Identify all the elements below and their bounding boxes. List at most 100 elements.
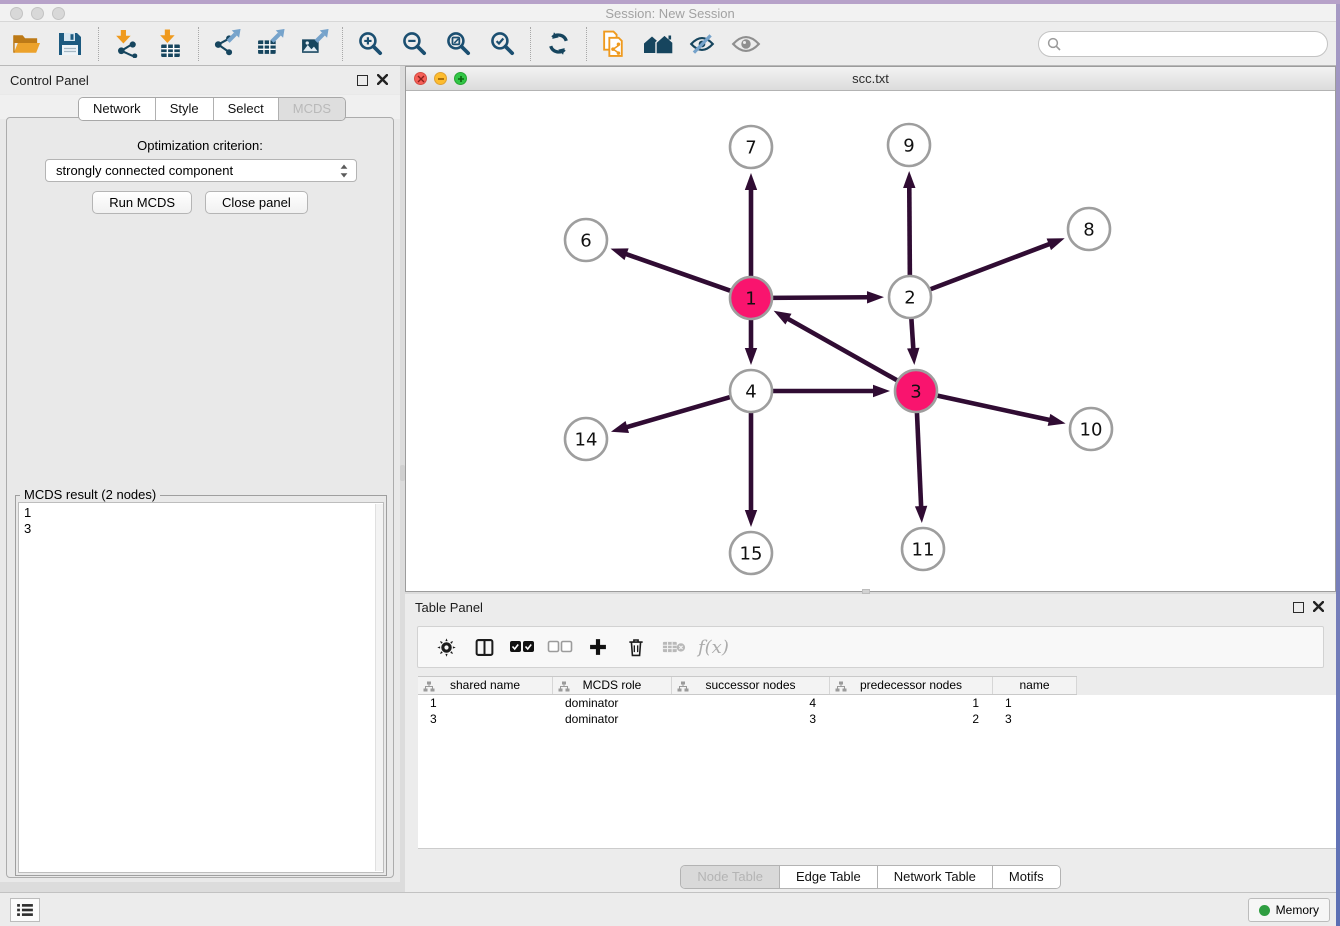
network-canvas[interactable]: 7 9 6 8 1 2 4 3 14 10 15 11 bbox=[406, 91, 1335, 591]
graph-node-8[interactable]: 8 bbox=[1068, 208, 1110, 250]
graph-node-4[interactable]: 4 bbox=[730, 370, 772, 412]
hide-graphics-details-button[interactable] bbox=[684, 26, 720, 62]
graph-node-9[interactable]: 9 bbox=[888, 124, 930, 166]
graph-edge-1-7[interactable] bbox=[745, 173, 757, 279]
float-table-panel-icon[interactable] bbox=[1293, 602, 1304, 613]
list-icon bbox=[16, 903, 34, 917]
graph-node-6[interactable]: 6 bbox=[565, 219, 607, 261]
export-network-icon bbox=[212, 29, 241, 58]
close-x-icon bbox=[1313, 601, 1324, 612]
column-header-mcds-role[interactable]: MCDS role bbox=[553, 677, 672, 694]
export-image-icon bbox=[300, 29, 329, 58]
memory-button[interactable]: Memory bbox=[1248, 898, 1330, 922]
table-cell-shared-name: 3 bbox=[418, 711, 553, 727]
zoom-out-icon bbox=[401, 30, 428, 57]
close-panel-icon[interactable] bbox=[377, 74, 390, 87]
control-panel-title: Control Panel bbox=[10, 73, 89, 88]
toggle-column-panel-button[interactable] bbox=[466, 630, 502, 664]
graph-node-1[interactable]: 1 bbox=[730, 277, 772, 319]
show-graphics-details-button[interactable] bbox=[728, 26, 764, 62]
graph-node-label: 1 bbox=[745, 288, 756, 309]
column-header-name[interactable]: name bbox=[993, 677, 1077, 694]
control-panel: Control Panel NetworkStyleSelectMCDS Opt… bbox=[0, 66, 400, 882]
float-panel-icon[interactable] bbox=[357, 75, 368, 86]
mcds-result-list[interactable]: 1 3 bbox=[18, 502, 384, 873]
delete-columns-button[interactable] bbox=[618, 630, 654, 664]
export-image-button[interactable] bbox=[296, 26, 332, 62]
optimization-criterion-select[interactable]: strongly connected component bbox=[45, 159, 357, 182]
control-panel-header: Control Panel bbox=[0, 66, 400, 94]
select-all-button[interactable] bbox=[504, 630, 540, 664]
graph-node-11[interactable]: 11 bbox=[902, 528, 944, 570]
close-table-panel-icon[interactable] bbox=[1313, 601, 1326, 614]
graph-edge-1-2[interactable] bbox=[770, 291, 884, 303]
graph-edge-4-14[interactable] bbox=[611, 396, 733, 433]
open-session-button[interactable] bbox=[8, 26, 44, 62]
graph-edge-2-3[interactable] bbox=[907, 316, 919, 365]
run-mcds-button[interactable]: Run MCDS bbox=[92, 191, 192, 214]
graph-edge-1-4[interactable] bbox=[745, 317, 757, 365]
graph-edge-3-11[interactable] bbox=[915, 410, 927, 523]
column-header-successor-nodes[interactable]: successor nodes bbox=[672, 677, 830, 694]
tab-style[interactable]: Style bbox=[156, 98, 214, 120]
export-table-button[interactable] bbox=[252, 26, 288, 62]
task-history-button[interactable] bbox=[10, 898, 40, 922]
graph-node-15[interactable]: 15 bbox=[730, 532, 772, 574]
refresh-icon bbox=[545, 30, 572, 57]
table-tabs: Node TableEdge TableNetwork TableMotifs bbox=[405, 865, 1336, 889]
create-column-button[interactable] bbox=[580, 630, 616, 664]
tab-node-table[interactable]: Node Table bbox=[681, 866, 780, 888]
export-network-button[interactable] bbox=[208, 26, 244, 62]
first-neighbors-button[interactable] bbox=[640, 26, 676, 62]
mcds-result-legend: MCDS result (2 nodes) bbox=[20, 487, 160, 502]
graph-node-10[interactable]: 10 bbox=[1070, 408, 1112, 450]
graph-edge-2-8[interactable] bbox=[928, 238, 1065, 290]
vertical-splitter-handle[interactable] bbox=[400, 465, 405, 481]
zoom-fit-button[interactable] bbox=[440, 26, 476, 62]
tab-network-table[interactable]: Network Table bbox=[878, 866, 993, 888]
deselect-all-button[interactable] bbox=[542, 630, 578, 664]
graph-node-14[interactable]: 14 bbox=[565, 418, 607, 460]
split-panel-icon bbox=[474, 637, 495, 658]
tab-select[interactable]: Select bbox=[214, 98, 279, 120]
close-panel-button[interactable]: Close panel bbox=[205, 191, 308, 214]
result-scrollbar[interactable] bbox=[375, 504, 383, 871]
graph-edge-1-6[interactable] bbox=[611, 248, 734, 291]
import-table-button[interactable] bbox=[152, 26, 188, 62]
zoom-in-button[interactable] bbox=[352, 26, 388, 62]
column-header-shared-name[interactable]: shared name bbox=[418, 677, 553, 694]
graph-node-label: 14 bbox=[575, 429, 598, 450]
graph-edge-4-3[interactable] bbox=[770, 385, 890, 397]
tab-edge-table[interactable]: Edge Table bbox=[780, 866, 878, 888]
graph-edge-3-1[interactable] bbox=[774, 311, 900, 382]
network-window-titlebar: scc.txt bbox=[406, 67, 1335, 91]
graph-edge-3-10[interactable] bbox=[935, 395, 1066, 426]
table-row[interactable]: 1dominator411 bbox=[418, 695, 1336, 711]
table-row[interactable]: 3dominator323 bbox=[418, 711, 1336, 727]
search-input[interactable] bbox=[1066, 34, 1327, 54]
graph-node-3[interactable]: 3 bbox=[895, 370, 937, 412]
graph-node-7[interactable]: 7 bbox=[730, 126, 772, 168]
graph-edge-2-9[interactable] bbox=[903, 171, 915, 278]
column-header-label: MCDS role bbox=[583, 678, 642, 692]
zoom-out-button[interactable] bbox=[396, 26, 432, 62]
table-mode-button[interactable] bbox=[428, 630, 464, 664]
app-titlebar: Session: New Session bbox=[0, 4, 1340, 22]
graph-edge-4-15[interactable] bbox=[745, 410, 757, 527]
new-network-from-selection-button[interactable] bbox=[596, 26, 632, 62]
table-panel-header: Table Panel bbox=[405, 594, 1336, 620]
tab-network[interactable]: Network bbox=[79, 98, 156, 120]
graph-node-2[interactable]: 2 bbox=[889, 276, 931, 318]
tab-mcds[interactable]: MCDS bbox=[279, 98, 345, 120]
save-session-button[interactable] bbox=[52, 26, 88, 62]
column-header-predecessor-nodes[interactable]: predecessor nodes bbox=[830, 677, 993, 694]
table-header: shared name MCDS role successor nodesprede… bbox=[418, 676, 1077, 695]
refresh-layout-button[interactable] bbox=[540, 26, 576, 62]
hierarchy-icon bbox=[677, 681, 689, 692]
graph-node-label: 7 bbox=[745, 137, 756, 158]
zoom-selected-button[interactable] bbox=[484, 26, 520, 62]
tab-motifs[interactable]: Motifs bbox=[993, 866, 1060, 888]
graph-node-label: 8 bbox=[1083, 219, 1094, 240]
import-network-button[interactable] bbox=[108, 26, 144, 62]
eye-slash-icon bbox=[688, 30, 716, 58]
